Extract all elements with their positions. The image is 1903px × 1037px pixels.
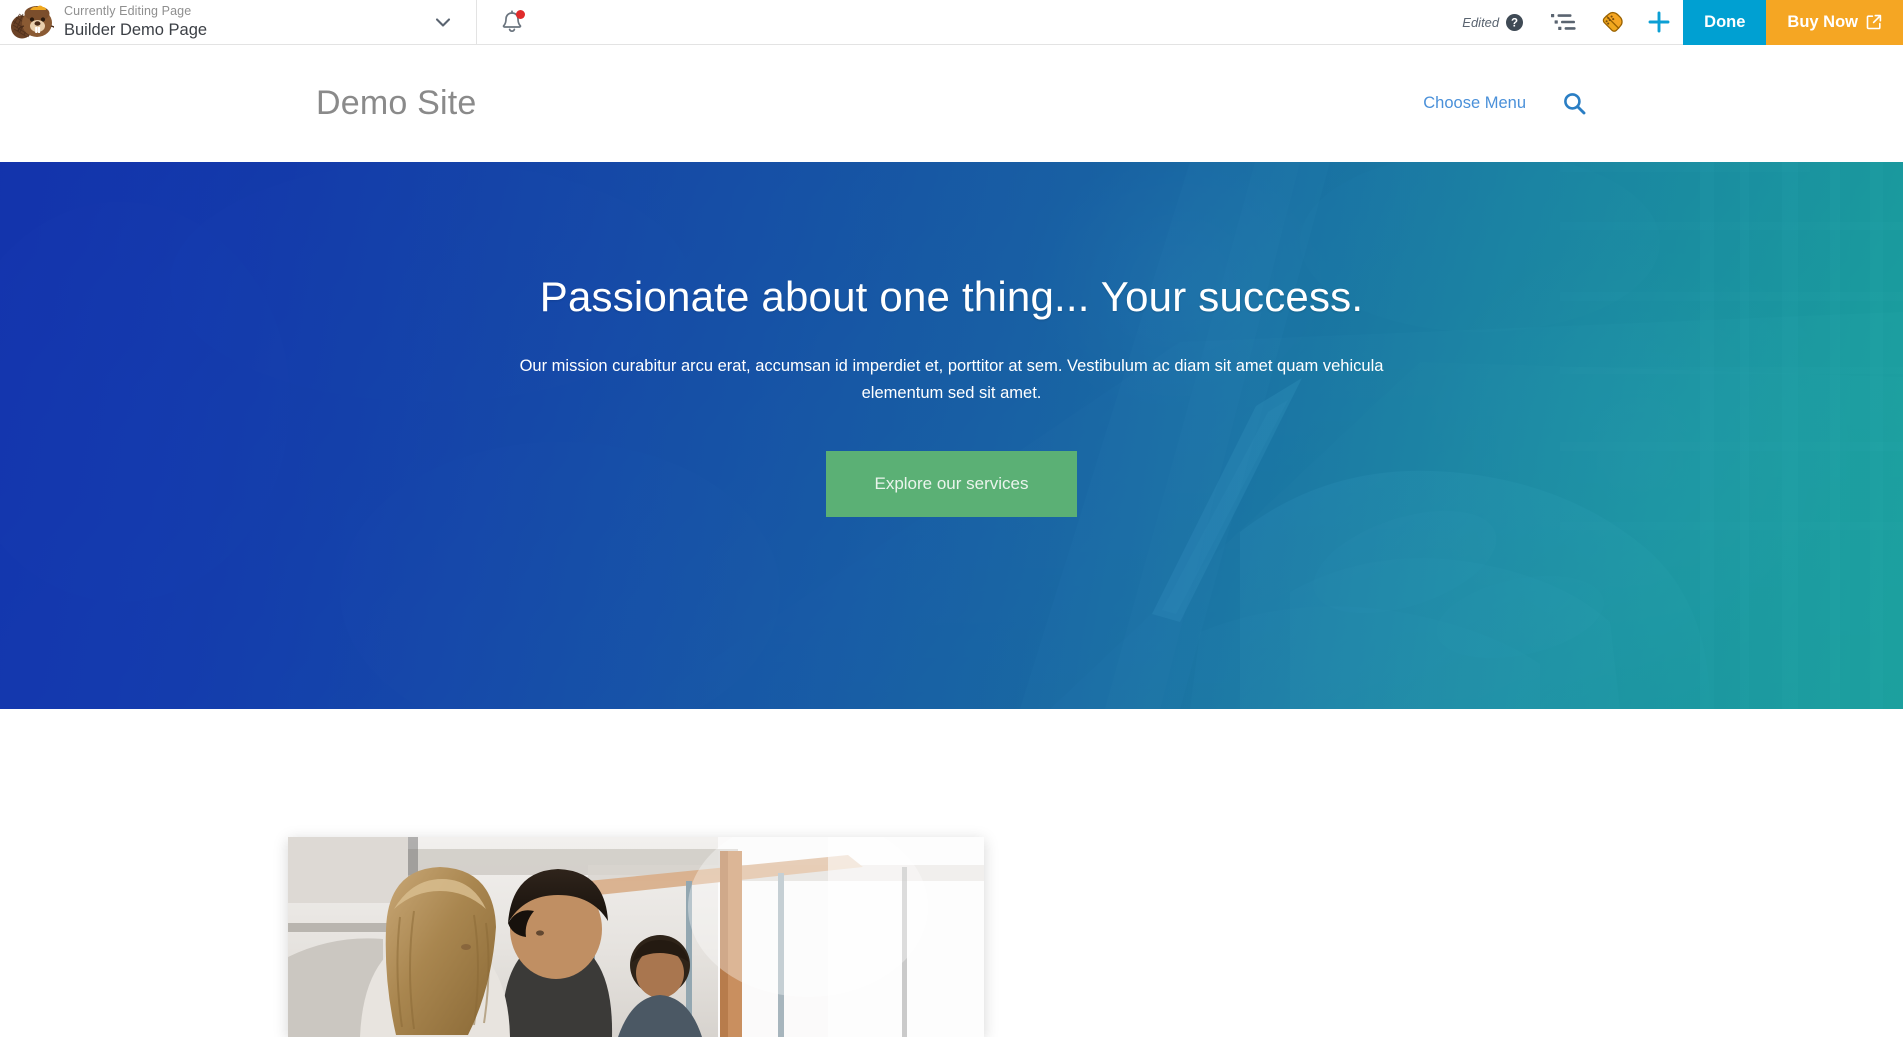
add-content-button[interactable] <box>1635 0 1683 45</box>
choose-menu-link[interactable]: Choose Menu <box>1423 94 1526 113</box>
notification-alert-dot <box>516 10 525 19</box>
currently-editing-page-selector[interactable]: Currently Editing Page Builder Demo Page <box>0 0 477 44</box>
plus-icon <box>1648 11 1670 33</box>
builder-admin-bar: Currently Editing Page Builder Demo Page… <box>0 0 1903 45</box>
beaver-builder-logo-icon <box>11 5 54 39</box>
builder-bar-spacer <box>547 0 1462 44</box>
explore-our-services-button[interactable]: Explore our services <box>826 451 1077 517</box>
site-header: Demo Site Choose Menu <box>0 45 1903 162</box>
outline-panel-button[interactable] <box>1539 0 1587 45</box>
buy-now-button[interactable]: Buy Now <box>1766 0 1903 45</box>
builder-bar-actions: Edited ? Done Buy Now <box>1462 0 1903 45</box>
edited-status: Edited ? <box>1462 13 1539 31</box>
hero-content: Passionate about one thing... Your succe… <box>0 162 1903 709</box>
outline-list-icon <box>1551 14 1576 30</box>
office-team-photo <box>288 837 984 1037</box>
hero-section: Passionate about one thing... Your succe… <box>0 162 1903 709</box>
hero-headline: Passionate about one thing... Your succe… <box>539 273 1364 320</box>
page-title: Builder Demo Page <box>64 20 208 39</box>
site-header-nav: Choose Menu <box>1423 91 1587 116</box>
builder-tools-trowel-icon <box>1602 11 1623 32</box>
done-button-label: Done <box>1704 12 1746 31</box>
search-icon <box>1564 93 1586 115</box>
content-section <box>0 709 1903 1037</box>
done-button[interactable]: Done <box>1683 0 1767 45</box>
help-question-icon[interactable]: ? <box>1506 13 1524 31</box>
chevron-down-icon[interactable] <box>432 11 454 33</box>
site-title[interactable]: Demo Site <box>316 84 477 123</box>
edited-label: Edited <box>1462 14 1500 30</box>
svg-text:?: ? <box>1511 17 1518 29</box>
external-link-icon <box>1866 14 1882 30</box>
buy-now-label: Buy Now <box>1787 12 1858 31</box>
notifications-button[interactable] <box>477 0 547 44</box>
office-team-photo-card[interactable] <box>288 837 984 1037</box>
hero-subtext: Our mission curabitur arcu erat, accumsa… <box>519 357 1384 402</box>
search-button[interactable] <box>1562 91 1587 116</box>
builder-tools-button[interactable] <box>1587 0 1635 45</box>
page-meta: Currently Editing Page Builder Demo Page <box>64 4 208 39</box>
currently-editing-label: Currently Editing Page <box>64 4 192 19</box>
